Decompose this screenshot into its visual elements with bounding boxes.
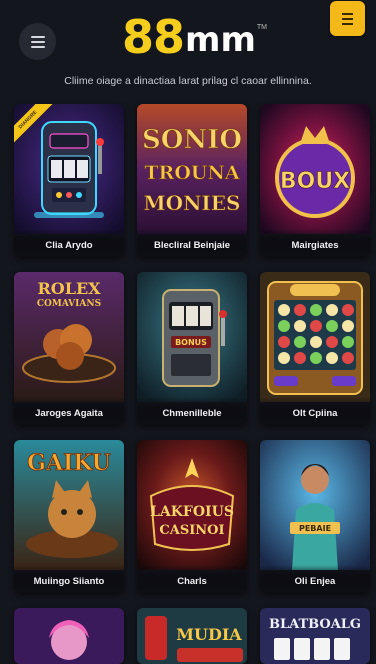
game-card[interactable]: MUDIA xyxy=(137,608,247,664)
game-card[interactable]: BONUS Chmenilleble xyxy=(137,272,247,425)
game-card[interactable]: Olt Cpiina xyxy=(260,272,370,425)
game-caption: Chmenilleble xyxy=(137,397,247,425)
art-text-line: ROLEX xyxy=(37,279,101,298)
game-title: Mairgiates xyxy=(291,240,339,251)
game-card[interactable]: GAIKU Muiingo Siianto xyxy=(14,440,124,593)
game-card[interactable]: LAKFOIUS CASINOI Charls xyxy=(137,440,247,593)
game-art-enjea-character: PEBAIE xyxy=(260,440,370,570)
game-title: Blecliral Beinjaie xyxy=(153,240,231,251)
game-grid: DIANGRE Clia Arydo SONIO TROUNA MONIES B… xyxy=(14,104,370,664)
game-title: Jaroges Agaita xyxy=(35,408,103,419)
game-art-bonus-machine: BONUS xyxy=(137,272,247,402)
game-caption: Olt Cpiina xyxy=(260,397,370,425)
game-art-sonic-money: SONIO TROUNA MONIES xyxy=(137,104,247,234)
game-card[interactable]: DIANGRE Clia Arydo xyxy=(14,104,124,257)
game-art-gaiku-cat: GAIKU xyxy=(14,440,124,570)
game-title: Clia Arydo xyxy=(45,240,93,251)
logo-trademark: TM xyxy=(256,24,267,31)
game-art-fruit-slots xyxy=(260,272,370,402)
game-caption: Oli Enjea xyxy=(260,565,370,593)
art-text-line: BONUS xyxy=(175,338,207,347)
art-text-line: MUDIA xyxy=(176,625,242,644)
game-title: Muiingo Siianto xyxy=(33,576,105,587)
game-caption: Charls xyxy=(137,565,247,593)
menu-icon[interactable] xyxy=(19,23,56,60)
game-art-pink-character xyxy=(14,608,124,664)
game-art-boux: BOUX xyxy=(260,104,370,234)
tagline: Cliime oiage a dinactiaa larat prilag cl… xyxy=(64,75,312,87)
game-caption: Mairgiates xyxy=(260,229,370,257)
art-text-line: PEBAIE xyxy=(299,524,331,533)
art-text-line: SONIO xyxy=(142,125,242,155)
game-card[interactable] xyxy=(14,608,124,664)
logo-number: 88 xyxy=(122,10,185,64)
art-text-line: TROUNA xyxy=(144,162,239,184)
game-caption: Muiingo Siianto xyxy=(14,565,124,593)
game-art-casino: LAKFOIUS CASINOI xyxy=(137,440,247,570)
art-text-line: MONIES xyxy=(144,191,241,215)
game-card[interactable]: BOUX Mairgiates xyxy=(260,104,370,257)
game-title: Chmenilleble xyxy=(162,408,222,419)
header: 88 mm TM xyxy=(0,0,376,64)
game-caption: Clia Arydo xyxy=(14,229,124,257)
game-title: Olt Cpiina xyxy=(292,408,338,419)
logo-text: mm xyxy=(185,20,256,60)
game-card[interactable]: SONIO TROUNA MONIES Blecliral Beinjaie xyxy=(137,104,247,257)
game-caption: Blecliral Beinjaie xyxy=(137,229,247,257)
art-text-line: BOUX xyxy=(280,169,350,194)
art-text-line: LAKFOIUS xyxy=(150,504,234,520)
game-card[interactable]: PEBAIE Oli Enjea xyxy=(260,440,370,593)
game-art-blatboalg: BLATBOALG xyxy=(260,608,370,664)
art-text-line: GAIKU xyxy=(27,450,111,476)
hamburger-icon[interactable] xyxy=(330,1,365,36)
game-card[interactable]: BLATBOALG xyxy=(260,608,370,664)
game-art-rolex: ROLEX COMAVIANS xyxy=(14,272,124,402)
art-text-line: COMAVIANS xyxy=(37,299,101,309)
game-title: Charls xyxy=(177,576,207,587)
game-caption: Jaroges Agaita xyxy=(14,397,124,425)
game-card[interactable]: ROLEX COMAVIANS Jaroges Agaita xyxy=(14,272,124,425)
brand-logo[interactable]: 88 mm TM xyxy=(122,10,267,60)
art-text-line: CASINOI xyxy=(159,523,224,538)
art-text-line: BLATBOALG xyxy=(269,617,361,632)
game-title: Oli Enjea xyxy=(294,576,336,587)
game-art-mudia: MUDIA xyxy=(137,608,247,664)
